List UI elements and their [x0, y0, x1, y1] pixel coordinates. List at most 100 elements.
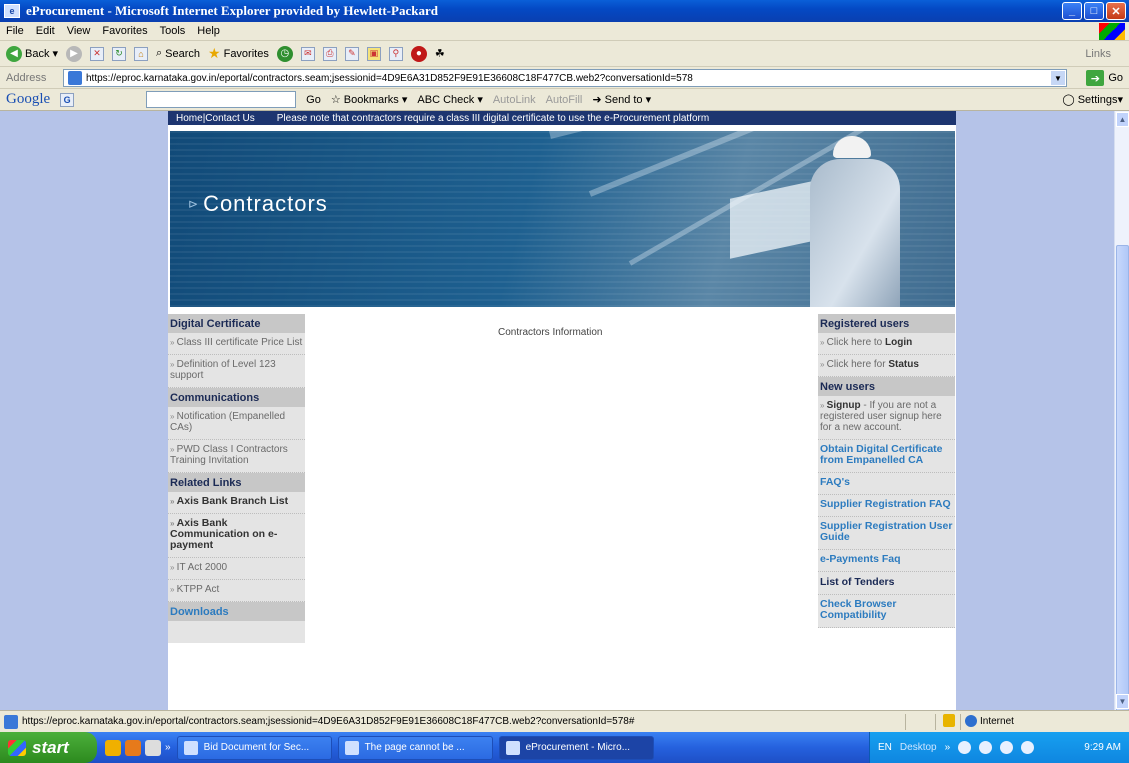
- epayments-faq-link[interactable]: e-Payments Faq: [818, 550, 955, 572]
- task-page-cannot-be[interactable]: The page cannot be ...: [337, 735, 493, 760]
- tray-security-icon[interactable]: [979, 741, 993, 754]
- menu-favorites[interactable]: Favorites: [102, 25, 147, 37]
- faq-link[interactable]: FAQ's: [818, 473, 955, 495]
- messenger-button[interactable]: ▣: [366, 46, 381, 61]
- bullet-icon: ⊳: [188, 197, 200, 211]
- arrow-icon: »: [170, 563, 177, 572]
- menu-tools[interactable]: Tools: [160, 25, 186, 37]
- sidebar-item-support-levels[interactable]: » Definition of Level 123 support: [168, 355, 305, 388]
- vertical-scrollbar[interactable]: ▲ ▼: [1114, 111, 1129, 757]
- home-button[interactable]: ⌂: [134, 46, 148, 61]
- research-button[interactable]: ⚲: [388, 46, 403, 61]
- internet-zone: Internet: [965, 715, 1014, 727]
- downloads-link[interactable]: Downloads: [168, 602, 305, 621]
- scroll-thumb[interactable]: [1116, 245, 1129, 757]
- tray-volume-icon[interactable]: [1021, 741, 1035, 754]
- communications-heading: Communications: [168, 388, 305, 407]
- sidebar-item-training-invitation[interactable]: » PWD Class I Contractors Training Invit…: [168, 440, 305, 473]
- task-eprocurement[interactable]: eProcurement - Micro...: [498, 735, 654, 760]
- check-browser-link[interactable]: Check Browser Compatibility: [818, 595, 955, 628]
- right-sidebar: Registered users » Click here to Login »…: [818, 314, 955, 628]
- sidebar-item-notification[interactable]: » Notification (Empanelled CAs): [168, 407, 305, 440]
- print-button[interactable]: ⎙: [322, 46, 337, 61]
- task-bid-document[interactable]: Bid Document for Sec...: [176, 735, 332, 760]
- lock-icon[interactable]: [943, 714, 955, 727]
- minimize-button[interactable]: _: [1062, 2, 1082, 20]
- address-dropdown-icon[interactable]: ▼: [1051, 71, 1065, 85]
- menu-edit[interactable]: Edit: [36, 25, 55, 37]
- quicklaunch-desktop-icon[interactable]: [145, 739, 161, 756]
- supplier-registration-faq-link[interactable]: Supplier Registration FAQ: [818, 495, 955, 517]
- obtain-certificate-link[interactable]: Obtain Digital Certificate from Empanell…: [818, 440, 955, 473]
- google-sendto-button[interactable]: ➜ Send to ▾: [592, 93, 651, 106]
- google-autolink-button[interactable]: AutoLink: [493, 94, 536, 106]
- contractors-information-text: Contractors Information: [498, 327, 603, 338]
- globe-icon: [965, 715, 977, 727]
- stop-popup-icon[interactable]: ●: [410, 45, 427, 62]
- system-tray: EN Desktop » 9:29 AM: [869, 732, 1129, 763]
- forward-button[interactable]: ▶: [66, 45, 82, 62]
- language-indicator[interactable]: EN: [878, 742, 892, 753]
- ie-icon: [344, 740, 359, 755]
- back-button[interactable]: ◀ Back ▾: [6, 45, 58, 62]
- google-logo[interactable]: Google: [6, 91, 50, 108]
- banner-title: ⊳ Contractors: [188, 191, 328, 216]
- tray-app-icon[interactable]: [1000, 741, 1014, 754]
- start-button[interactable]: start: [0, 732, 97, 763]
- mail-button[interactable]: ✉: [300, 46, 315, 61]
- page-viewport: Home |Contact Us Please note that contra…: [0, 111, 1114, 710]
- quick-launch: [105, 739, 161, 756]
- sidebar-item-ktpp-act[interactable]: » KTPP Act: [168, 580, 305, 602]
- taskbar: start » Bid Document for Sec... The page…: [0, 732, 1129, 763]
- status-bar: https://eproc.karnataka.gov.in/eportal/c…: [0, 710, 1129, 732]
- google-check-button[interactable]: ABC Check ▾: [417, 93, 482, 106]
- quicklaunch-chevron-icon[interactable]: »: [165, 742, 171, 753]
- extra-tool-icon[interactable]: ☘: [435, 47, 445, 60]
- close-button[interactable]: ✕: [1106, 2, 1126, 20]
- home-link[interactable]: Home: [176, 113, 203, 124]
- menu-file[interactable]: File: [6, 25, 24, 37]
- status-link[interactable]: » Click here for Status: [818, 355, 955, 377]
- address-input[interactable]: https://eproc.karnataka.gov.in/eportal/c…: [63, 69, 1067, 87]
- contractors-banner: ⊳ Contractors: [170, 131, 955, 307]
- favorites-button[interactable]: ★ Favorites: [208, 45, 269, 62]
- desktop-toolbar[interactable]: Desktop: [900, 742, 937, 753]
- related-links-heading: Related Links: [168, 473, 305, 492]
- menu-view[interactable]: View: [67, 25, 91, 37]
- stop-button[interactable]: ✕: [90, 46, 104, 61]
- google-g-icon[interactable]: G: [60, 92, 75, 107]
- search-button[interactable]: ⌕ Search: [156, 47, 200, 60]
- sidebar-item-price-list[interactable]: » Class III certificate Price List: [168, 333, 305, 355]
- star-icon: ★: [208, 45, 221, 61]
- maximize-button[interactable]: □: [1084, 2, 1104, 20]
- google-toolbar: Google G Go ☆ Bookmarks ▾ ABC Check ▾ Au…: [0, 89, 1129, 111]
- google-search-input[interactable]: [146, 91, 297, 108]
- contact-link[interactable]: |Contact Us: [203, 113, 255, 124]
- menu-help[interactable]: Help: [197, 25, 220, 37]
- google-settings-button[interactable]: ◯ Settings▾: [1062, 93, 1123, 106]
- scroll-down-icon[interactable]: ▼: [1116, 694, 1129, 709]
- quicklaunch-outlook-icon[interactable]: [125, 739, 141, 756]
- refresh-button[interactable]: ↻: [112, 46, 126, 61]
- history-button[interactable]: ◷: [276, 45, 293, 62]
- google-bookmarks-button[interactable]: ☆ Bookmarks ▾: [331, 93, 408, 106]
- go-button[interactable]: ➔ Go: [1086, 70, 1123, 86]
- quicklaunch-app-icon[interactable]: [105, 739, 121, 756]
- supplier-registration-guide-link[interactable]: Supplier Registration User Guide: [818, 517, 955, 550]
- google-go-button[interactable]: Go: [306, 94, 321, 106]
- status-url: https://eproc.karnataka.gov.in/eportal/c…: [22, 716, 635, 727]
- links-label[interactable]: Links: [1085, 48, 1111, 60]
- scroll-up-icon[interactable]: ▲: [1116, 112, 1129, 127]
- sidebar-item-axis-branch-list[interactable]: » Axis Bank Branch List: [168, 492, 305, 514]
- search-icon: ⌕: [156, 47, 163, 59]
- signup-link[interactable]: » Signup - If you are not a registered u…: [818, 396, 955, 440]
- edit-button[interactable]: ✎: [344, 46, 359, 61]
- sidebar-item-it-act[interactable]: » IT Act 2000: [168, 558, 305, 580]
- tray-network-icon[interactable]: [958, 741, 972, 754]
- google-autofill-button[interactable]: AutoFill: [546, 94, 583, 106]
- list-of-tenders-link[interactable]: List of Tenders: [818, 572, 955, 595]
- tray-chevron-icon[interactable]: »: [945, 742, 951, 753]
- clock[interactable]: 9:29 AM: [1084, 742, 1121, 753]
- login-link[interactable]: » Click here to Login: [818, 333, 955, 355]
- sidebar-item-axis-epayment[interactable]: » Axis Bank Communication on e-payment: [168, 514, 305, 558]
